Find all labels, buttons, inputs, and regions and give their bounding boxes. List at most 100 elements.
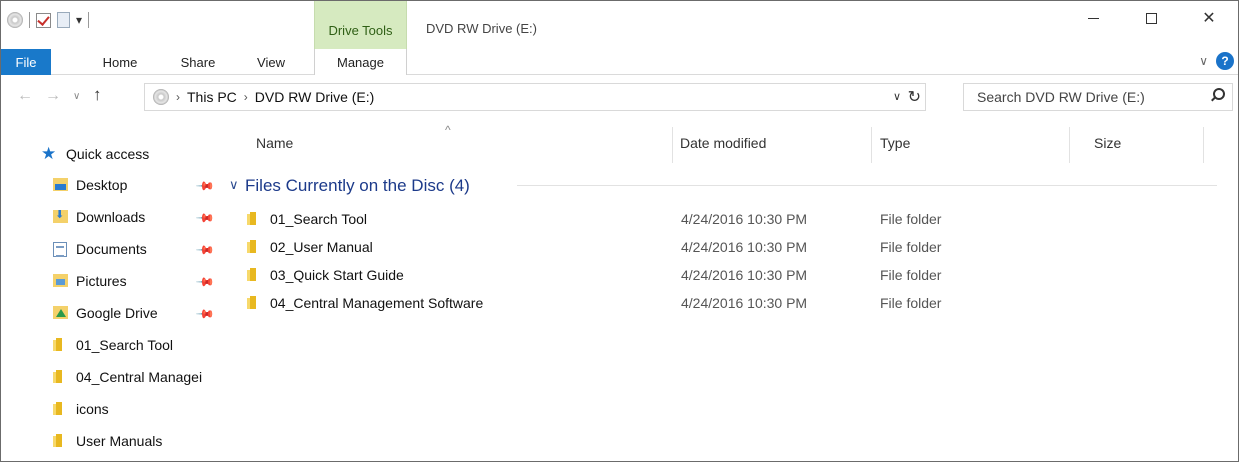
file-list-pane: Name ^ Date modified Type Size ∨ Files C… <box>225 119 1238 461</box>
nav-item-pictures[interactable]: Pictures 📌 <box>1 267 216 295</box>
tab-home[interactable]: Home <box>89 49 151 75</box>
column-header-label: Size <box>1094 135 1122 151</box>
recent-locations-chevron-icon[interactable]: ∨ <box>73 91 80 102</box>
file-type: File folder <box>880 267 942 283</box>
nav-item-icons[interactable]: icons <box>1 395 213 423</box>
column-header-type[interactable]: Type <box>872 127 1069 163</box>
tab-view[interactable]: View <box>245 49 297 75</box>
navigation-bar: ← → ∨ ↑ › This PC › DVD RW Drive (E:) ∨ … <box>1 75 1238 119</box>
nav-quick-access[interactable]: ★ Quick access <box>1 139 213 167</box>
file-date-modified: 4/24/2016 10:30 PM <box>681 211 808 227</box>
maximize-button[interactable] <box>1122 1 1180 35</box>
table-row[interactable]: 02_User Manual 4/24/2016 10:30 PM File f… <box>225 233 1238 261</box>
collapse-group-chevron-icon[interactable]: ∨ <box>229 177 239 193</box>
folder-icon <box>247 240 261 253</box>
nav-item-label: icons <box>76 401 109 417</box>
close-icon: ✕ <box>1202 10 1216 27</box>
close-button[interactable]: ✕ <box>1180 1 1238 35</box>
nav-item-04-central-management[interactable]: 04_Central Managei <box>1 363 213 391</box>
customize-toolbar-dropdown-icon[interactable]: ▾ <box>76 14 82 26</box>
window-title: DVD RW Drive (E:) <box>426 21 537 36</box>
search-box[interactable] <box>963 83 1233 111</box>
file-name: 04_Central Management Software <box>270 295 484 311</box>
downloads-icon <box>53 208 68 223</box>
nav-item-label: User Manuals <box>76 433 163 449</box>
tab-manage[interactable]: Manage <box>314 49 407 75</box>
search-icon[interactable] <box>1210 88 1225 102</box>
column-header-label: Name <box>256 135 294 151</box>
tab-file[interactable]: File <box>1 49 51 75</box>
nav-item-label: Downloads <box>76 209 146 225</box>
nav-item-documents[interactable]: Documents 📌 <box>1 235 216 263</box>
nav-item-google-drive[interactable]: Google Drive 📌 <box>1 299 216 327</box>
folder-icon <box>247 268 261 281</box>
expand-ribbon-chevron-icon[interactable]: ∨ <box>1199 54 1208 68</box>
nav-item-label: Google Drive <box>76 305 158 321</box>
folder-icon <box>53 370 67 383</box>
file-type: File folder <box>880 295 942 311</box>
column-header-name[interactable]: Name ^ <box>225 123 672 163</box>
file-name: 02_User Manual <box>270 239 373 255</box>
pictures-icon <box>53 274 68 287</box>
nav-item-01-search-tool[interactable]: 01_Search Tool <box>1 331 213 359</box>
breadcrumb-this-pc[interactable]: This PC <box>187 89 237 105</box>
nav-item-label: 01_Search Tool <box>76 337 174 353</box>
quick-access-star-icon: ★ <box>41 144 57 163</box>
file-type: File folder <box>880 211 942 227</box>
table-row[interactable]: 01_Search Tool 4/24/2016 10:30 PM File f… <box>225 205 1238 233</box>
refresh-icon[interactable]: ↻ <box>908 87 921 107</box>
table-row[interactable]: 03_Quick Start Guide 4/24/2016 10:30 PM … <box>225 261 1238 289</box>
file-date-modified: 4/24/2016 10:30 PM <box>681 239 808 255</box>
folder-icon <box>53 434 67 447</box>
column-header-label: Type <box>880 135 911 151</box>
column-header-size[interactable]: Size <box>1070 127 1203 163</box>
properties-check-icon[interactable] <box>36 12 51 28</box>
group-label: Files Currently on the Disc (4) <box>245 176 470 195</box>
file-date-modified: 4/24/2016 10:30 PM <box>681 267 808 283</box>
maximize-icon <box>1145 12 1157 24</box>
minimize-icon <box>1087 17 1099 19</box>
nav-item-desktop[interactable]: Desktop 📌 <box>1 171 216 199</box>
folder-icon <box>53 338 67 351</box>
folder-icon <box>247 296 261 309</box>
drive-disc-icon <box>153 89 169 105</box>
breadcrumb-chevron-icon[interactable]: › <box>176 90 180 104</box>
file-type: File folder <box>880 239 942 255</box>
nav-item-label: Quick access <box>66 146 150 162</box>
drive-tools-context-header: Drive Tools <box>314 1 407 49</box>
file-name: 03_Quick Start Guide <box>270 267 404 283</box>
breadcrumb-chevron-icon[interactable]: › <box>244 90 248 104</box>
address-history-dropdown-icon[interactable]: ∨ <box>893 90 901 103</box>
explorer-window: ▾ Drive Tools DVD RW Drive (E:) ✕ File H… <box>0 0 1239 462</box>
search-input[interactable] <box>977 89 1197 105</box>
drive-tools-label: Drive Tools <box>328 23 393 38</box>
ribbon-tabs: File Home Share View Manage ∨ ? <box>1 49 1238 75</box>
drive-disc-icon[interactable] <box>7 12 23 28</box>
back-arrow-icon[interactable]: ← <box>17 87 33 105</box>
group-header[interactable]: ∨ Files Currently on the Disc (4) <box>225 174 1238 200</box>
file-name: 01_Search Tool <box>270 211 368 227</box>
table-row[interactable]: 04_Central Management Software 4/24/2016… <box>225 289 1238 317</box>
help-icon[interactable]: ? <box>1216 52 1234 70</box>
column-divider[interactable] <box>1203 127 1204 163</box>
nav-item-downloads[interactable]: Downloads 📌 <box>1 203 216 231</box>
toolbar-separator <box>29 12 30 28</box>
google-drive-icon <box>53 306 68 319</box>
column-header-date-modified[interactable]: Date modified <box>673 127 871 163</box>
nav-item-label: Documents <box>76 241 147 257</box>
new-folder-icon[interactable] <box>57 12 70 28</box>
tab-share[interactable]: Share <box>169 49 227 75</box>
up-arrow-icon[interactable]: ↑ <box>93 85 102 105</box>
title-bar: ▾ Drive Tools DVD RW Drive (E:) ✕ <box>1 1 1238 49</box>
nav-item-label: 04_Central Managei <box>76 369 203 385</box>
folder-icon <box>247 212 261 225</box>
forward-arrow-icon[interactable]: → <box>45 87 61 105</box>
ribbon-right-controls: ∨ ? <box>1199 52 1234 70</box>
nav-item-user-manuals[interactable]: User Manuals <box>1 427 213 455</box>
address-bar[interactable]: › This PC › DVD RW Drive (E:) ∨ ↻ <box>144 83 926 111</box>
documents-icon <box>53 242 67 257</box>
breadcrumb-dvd-drive[interactable]: DVD RW Drive (E:) <box>255 89 375 105</box>
sort-ascending-icon: ^ <box>445 123 451 137</box>
window-controls: ✕ <box>1064 1 1238 35</box>
minimize-button[interactable] <box>1064 1 1122 35</box>
